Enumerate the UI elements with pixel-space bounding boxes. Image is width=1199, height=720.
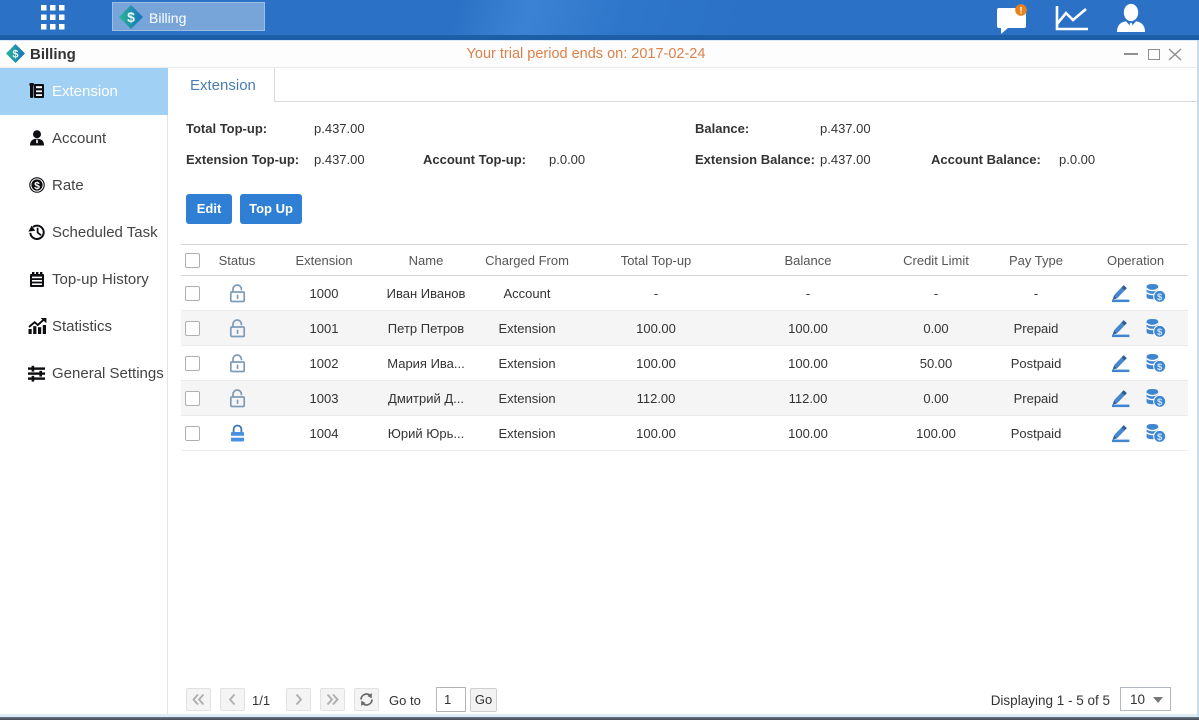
svg-text:$: $ [1157,327,1163,338]
svg-text:$: $ [127,9,135,25]
svg-text:$: $ [1157,362,1163,373]
svg-text:$: $ [1157,432,1163,443]
svg-text:!: ! [1020,6,1023,16]
svg-text:$: $ [1157,292,1163,303]
svg-text:$: $ [1157,397,1163,408]
svg-text:$: $ [34,180,40,192]
